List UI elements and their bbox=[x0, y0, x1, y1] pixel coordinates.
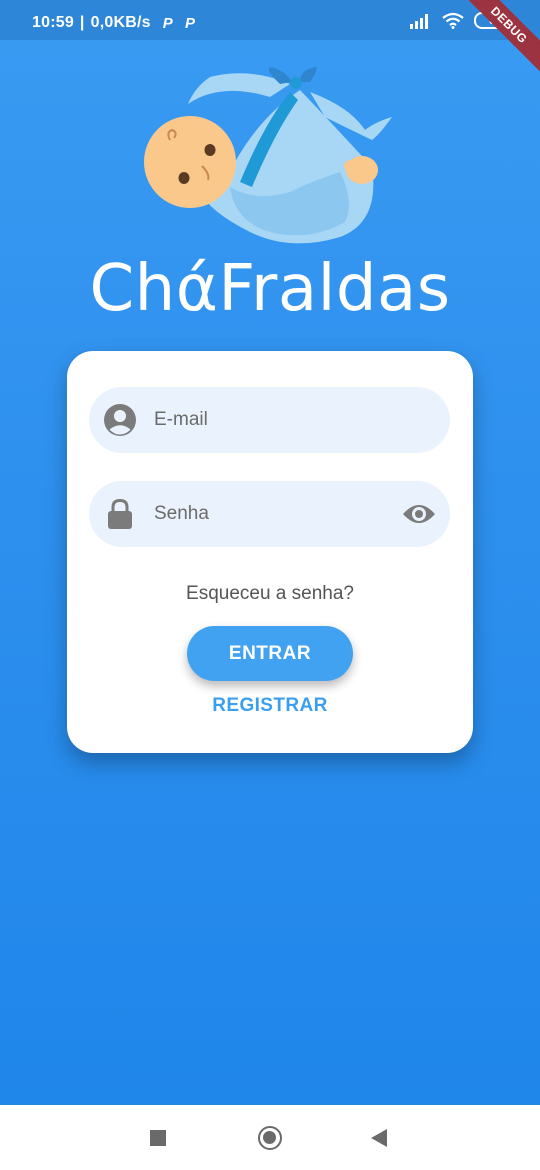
circle-icon[interactable] bbox=[258, 1126, 282, 1150]
eye-icon[interactable] bbox=[402, 500, 436, 528]
wifi-icon bbox=[442, 12, 464, 29]
status-separator: | bbox=[79, 14, 85, 31]
register-button[interactable]: REGISTRAR bbox=[67, 695, 473, 717]
enter-button[interactable]: ENTRAR bbox=[187, 626, 353, 681]
account-circle-icon bbox=[104, 404, 136, 436]
forgot-password-link[interactable]: Esqueceu a senha? bbox=[67, 583, 473, 605]
baby-logo bbox=[144, 67, 392, 244]
status-left: 10:59 | 0,0KB/s P P bbox=[32, 14, 195, 32]
notification-icon: P bbox=[162, 14, 173, 32]
lock-icon bbox=[108, 498, 132, 529]
notification-icon: P bbox=[184, 14, 196, 32]
triangle-back-icon[interactable] bbox=[371, 1129, 387, 1147]
password-input[interactable] bbox=[154, 481, 394, 547]
email-field-container bbox=[89, 387, 450, 453]
email-input[interactable] bbox=[154, 387, 394, 453]
network-speed: 0,0KB/s bbox=[90, 14, 151, 31]
password-field-container bbox=[89, 481, 450, 547]
app-title: ChάFraldas bbox=[89, 252, 451, 326]
status-time: 10:59 bbox=[32, 14, 74, 31]
navigation-bar bbox=[0, 1105, 540, 1170]
login-card: Esqueceu a senha? ENTRAR REGISTRAR bbox=[67, 351, 473, 753]
signal-icon bbox=[410, 13, 428, 29]
login-screen: 10:59 | 0,0KB/s P P 6 DEBUG bbox=[0, 0, 540, 1105]
square-icon[interactable] bbox=[150, 1130, 166, 1146]
status-bar: 10:59 | 0,0KB/s P P 6 bbox=[0, 0, 540, 40]
